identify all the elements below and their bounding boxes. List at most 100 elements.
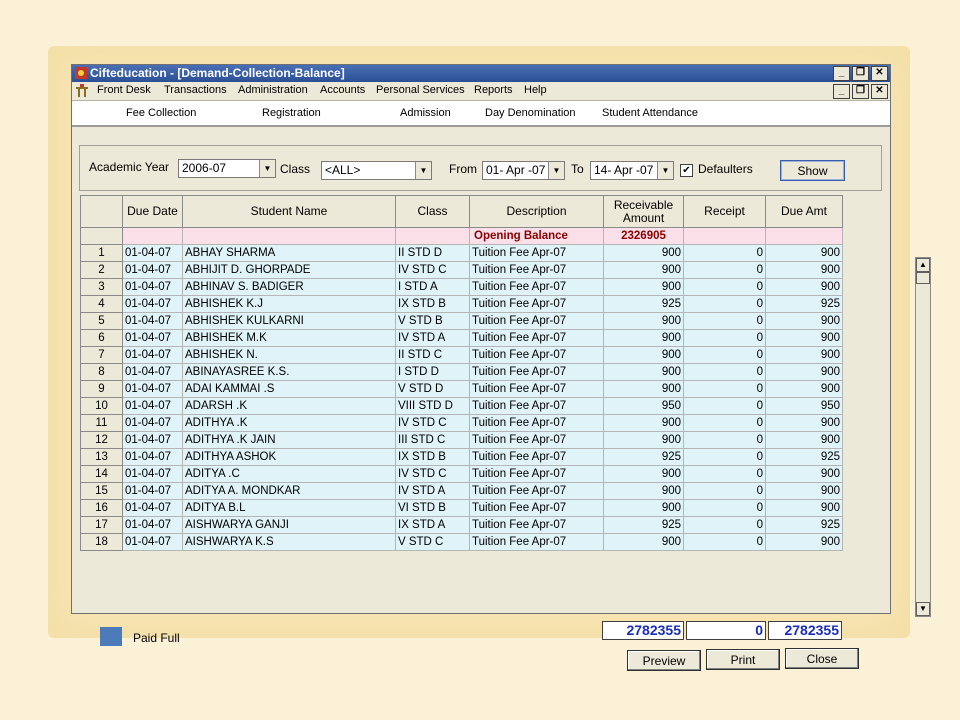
row-number[interactable]: 7 bbox=[80, 346, 123, 364]
table-row[interactable]: 9 01-04-07 ADAI KAMMAI .S V STD D Tuition Fe… bbox=[80, 380, 843, 398]
row-number[interactable]: 14 bbox=[80, 465, 123, 483]
receipt-cell: 0 bbox=[683, 346, 766, 364]
restore-button[interactable]: ❐ bbox=[852, 66, 869, 81]
row-number[interactable]: 11 bbox=[80, 414, 123, 432]
child-restore-button[interactable]: ❐ bbox=[852, 84, 869, 99]
table-row[interactable]: 6 01-04-07 ABHISHEK M.K IV STD A Tuition Fee… bbox=[80, 329, 843, 347]
receivable-cell: 900 bbox=[603, 380, 684, 398]
table-row[interactable]: 5 01-04-07 ABHISHEK KULKARNI V STD B Tuition… bbox=[80, 312, 843, 330]
paid-full-label: Paid Full bbox=[133, 631, 180, 645]
menu-transactions[interactable]: Transactions bbox=[164, 84, 227, 96]
receipt-cell: 0 bbox=[683, 380, 766, 398]
dropdown-arrow-icon[interactable]: ▼ bbox=[657, 162, 673, 179]
close-window-button[interactable]: ✕ bbox=[871, 66, 888, 81]
table-row[interactable]: 11 01-04-07 ADITHYA .K IV STD C Tuition Fee … bbox=[80, 414, 843, 432]
opening-balance-label: Opening Balance bbox=[469, 227, 604, 245]
row-number[interactable]: 15 bbox=[80, 482, 123, 500]
row-number[interactable]: 3 bbox=[80, 278, 123, 296]
col-description[interactable]: Description bbox=[469, 195, 604, 228]
student-name-cell: ABHIJIT D. GHORPADE bbox=[182, 261, 396, 279]
row-number[interactable]: 1 bbox=[80, 244, 123, 262]
table-row[interactable]: 7 01-04-07 ABHISHEK N. II STD C Tuition Fee … bbox=[80, 346, 843, 364]
table-row[interactable]: 18 01-04-07 AISHWARYA K.S V STD C Tuition Fe… bbox=[80, 533, 843, 551]
grid-vertical-scrollbar[interactable]: ▲ ▼ bbox=[915, 257, 931, 617]
due-date-cell: 01-04-07 bbox=[122, 363, 183, 381]
row-number[interactable]: 6 bbox=[80, 329, 123, 347]
row-number[interactable]: 18 bbox=[80, 533, 123, 551]
dropdown-arrow-icon[interactable]: ▼ bbox=[259, 160, 275, 177]
academic-year-select[interactable]: 2006-07 ▼ bbox=[178, 159, 276, 178]
table-row[interactable]: 12 01-04-07 ADITHYA .K JAIN III STD C Tuitio… bbox=[80, 431, 843, 449]
student-name-cell: ADITYA B.L bbox=[182, 499, 396, 517]
table-row[interactable]: 13 01-04-07 ADITHYA ASHOK IX STD B Tuition F… bbox=[80, 448, 843, 466]
row-number[interactable]: 13 bbox=[80, 448, 123, 466]
menu-administration[interactable]: Administration bbox=[238, 84, 308, 96]
row-number[interactable]: 5 bbox=[80, 312, 123, 330]
receipt-cell: 0 bbox=[683, 397, 766, 415]
menu-help[interactable]: Help bbox=[524, 84, 547, 96]
minimize-button[interactable]: _ bbox=[833, 66, 850, 81]
to-label: To bbox=[571, 162, 584, 176]
show-button[interactable]: Show bbox=[780, 160, 845, 181]
row-number[interactable]: 10 bbox=[80, 397, 123, 415]
table-row[interactable]: 1 01-04-07 ABHAY SHARMA II STD D Tuition Fee… bbox=[80, 244, 843, 262]
menu-accounts[interactable]: Accounts bbox=[320, 84, 365, 96]
due-amt-cell: 925 bbox=[765, 295, 843, 313]
due-date-cell: 01-04-07 bbox=[122, 482, 183, 500]
menu-personal-services[interactable]: Personal Services bbox=[376, 84, 465, 96]
table-row[interactable]: 8 01-04-07 ABINAYASREE K.S. I STD D Tuition … bbox=[80, 363, 843, 381]
tool-day-denomination[interactable]: Day Denomination bbox=[485, 107, 576, 119]
col-due-date[interactable]: Due Date bbox=[122, 195, 183, 228]
defaulters-checkbox[interactable]: ✔ bbox=[680, 164, 693, 177]
menu-reports[interactable]: Reports bbox=[474, 84, 513, 96]
print-button[interactable]: Print bbox=[706, 649, 780, 670]
table-row[interactable]: 16 01-04-07 ADITYA B.L VI STD B Tuition Fee … bbox=[80, 499, 843, 517]
col-receipt[interactable]: Receipt bbox=[683, 195, 766, 228]
student-name-cell: ABHINAV S. BADIGER bbox=[182, 278, 396, 296]
col-class[interactable]: Class bbox=[395, 195, 470, 228]
col-due-amt[interactable]: Due Amt bbox=[765, 195, 843, 228]
row-number[interactable]: 9 bbox=[80, 380, 123, 398]
row-number[interactable]: 8 bbox=[80, 363, 123, 381]
receipt-cell: 0 bbox=[683, 516, 766, 534]
tool-registration[interactable]: Registration bbox=[262, 107, 321, 119]
col-receivable-amount[interactable]: Receivable Amount bbox=[603, 195, 684, 228]
table-row[interactable]: 4 01-04-07 ABHISHEK K.J IX STD B Tuition Fee… bbox=[80, 295, 843, 313]
close-button[interactable]: Close bbox=[785, 648, 859, 669]
table-row[interactable]: 10 01-04-07 ADARSH .K VIII STD D Tuition Fee… bbox=[80, 397, 843, 415]
preview-button[interactable]: Preview bbox=[627, 650, 701, 671]
row-number[interactable]: 16 bbox=[80, 499, 123, 517]
scroll-thumb[interactable] bbox=[916, 272, 930, 284]
child-close-button[interactable]: ✕ bbox=[871, 84, 888, 99]
table-row[interactable]: 17 01-04-07 AISHWARYA GANJI IX STD A Tuition… bbox=[80, 516, 843, 534]
tool-fee-collection[interactable]: Fee Collection bbox=[126, 107, 196, 119]
from-date-picker[interactable]: 01- Apr -07 ▼ bbox=[482, 161, 565, 180]
description-cell: Tuition Fee Apr-07 bbox=[469, 346, 604, 364]
tool-student-attendance[interactable]: Student Attendance bbox=[602, 107, 698, 119]
due-amt-cell: 925 bbox=[765, 448, 843, 466]
row-number[interactable]: 2 bbox=[80, 261, 123, 279]
to-date-picker[interactable]: 14- Apr -07 ▼ bbox=[590, 161, 674, 180]
table-row[interactable]: 3 01-04-07 ABHINAV S. BADIGER I STD A Tuitio… bbox=[80, 278, 843, 296]
col-student-name[interactable]: Student Name bbox=[182, 195, 396, 228]
receipt-cell: 0 bbox=[683, 278, 766, 296]
dropdown-arrow-icon[interactable]: ▼ bbox=[548, 162, 564, 179]
table-row[interactable]: 2 01-04-07 ABHIJIT D. GHORPADE IV STD C Tuit… bbox=[80, 261, 843, 279]
menu-front-desk[interactable]: Front Desk bbox=[97, 84, 151, 96]
receivable-cell: 925 bbox=[603, 295, 684, 313]
student-name-cell: ADITYA .C bbox=[182, 465, 396, 483]
child-minimize-button[interactable]: _ bbox=[833, 84, 850, 99]
class-select[interactable]: <ALL> ▼ bbox=[321, 161, 432, 180]
table-row[interactable]: 14 01-04-07 ADITYA .C IV STD C Tuition Fee A… bbox=[80, 465, 843, 483]
row-number[interactable]: 17 bbox=[80, 516, 123, 534]
table-row[interactable]: 15 01-04-07 ADITYA A. MONDKAR IV STD A Tuiti… bbox=[80, 482, 843, 500]
row-number[interactable]: 4 bbox=[80, 295, 123, 313]
scroll-down-icon[interactable]: ▼ bbox=[916, 602, 930, 616]
student-name-cell: ABHISHEK K.J bbox=[182, 295, 396, 313]
receipt-cell: 0 bbox=[683, 482, 766, 500]
tool-admission[interactable]: Admission bbox=[400, 107, 451, 119]
row-number[interactable]: 12 bbox=[80, 431, 123, 449]
dropdown-arrow-icon[interactable]: ▼ bbox=[415, 162, 431, 179]
scroll-up-icon[interactable]: ▲ bbox=[916, 258, 930, 272]
menu-bar: Front Desk Transactions Administration A… bbox=[72, 82, 890, 101]
